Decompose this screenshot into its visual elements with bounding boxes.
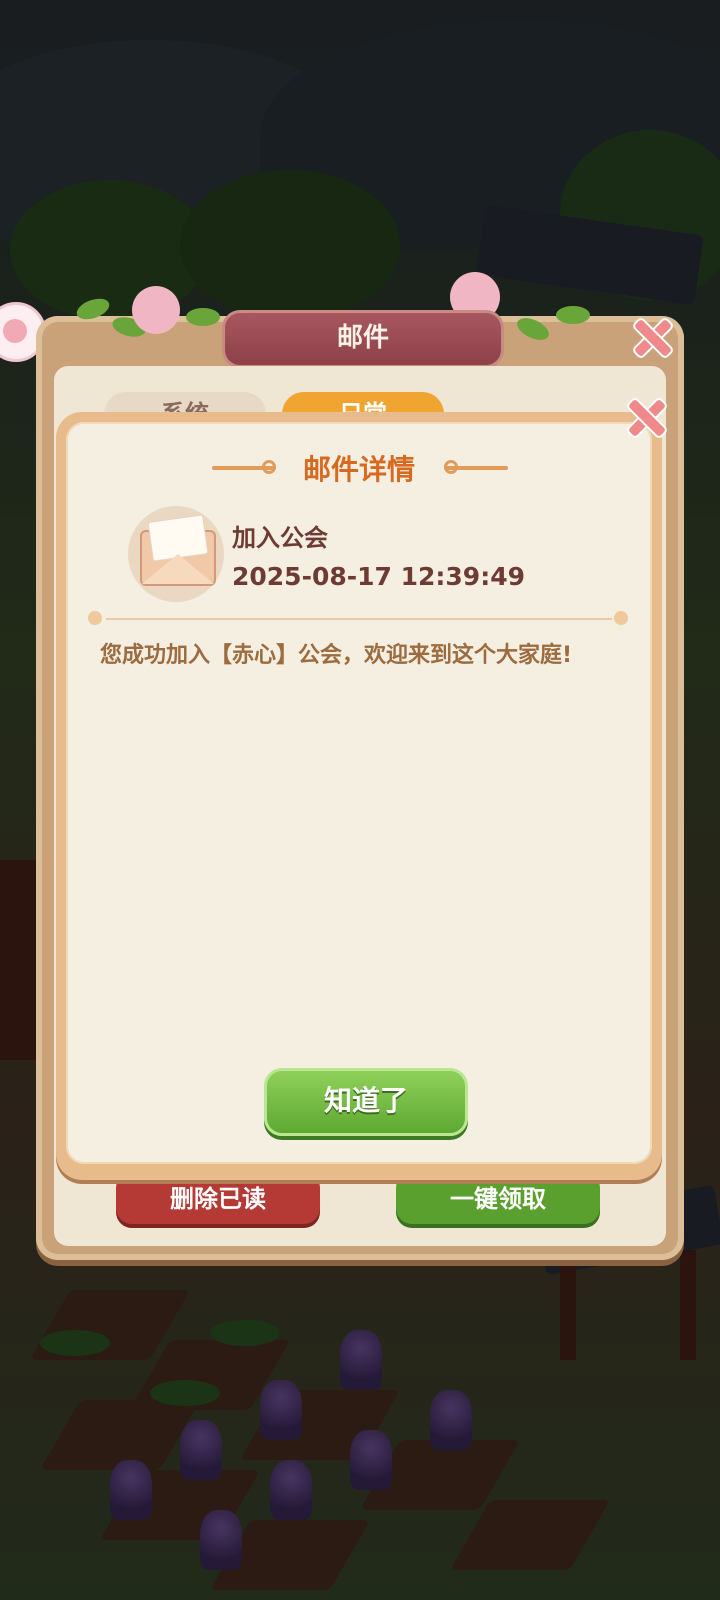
ok-button[interactable]: 知道了	[264, 1068, 468, 1136]
dialog-close-icon[interactable]	[622, 394, 666, 438]
title-ornament-right	[444, 466, 508, 470]
divider-flower-icon	[88, 611, 102, 625]
mail-timestamp: 2025-08-17 12:39:49	[232, 562, 525, 591]
envelope-icon	[140, 514, 216, 586]
mail-detail-dialog: 邮件详情 加入公会 2025-08-17 12:39:49 您成功加入【赤心】公…	[56, 412, 662, 1180]
mail-detail-body: 邮件详情 加入公会 2025-08-17 12:39:49 您成功加入【赤心】公…	[66, 422, 652, 1164]
flower-icon	[3, 319, 27, 343]
divider	[106, 618, 612, 620]
mail-subject: 加入公会	[232, 524, 328, 552]
divider-flower-icon	[614, 611, 628, 625]
game-screen: 邮件 系统 日常 删除已读 一键领取 邮件详情 加入公会 2025-08-17 …	[0, 0, 720, 1600]
mail-panel-title: 邮件	[222, 310, 504, 368]
dialog-title: 邮件详情	[302, 453, 415, 486]
mail-panel-close-icon[interactable]	[628, 314, 672, 358]
mail-body-text: 您成功加入【赤心】公会，欢迎来到这个大家庭!	[100, 643, 573, 668]
mail-icon	[128, 506, 224, 602]
